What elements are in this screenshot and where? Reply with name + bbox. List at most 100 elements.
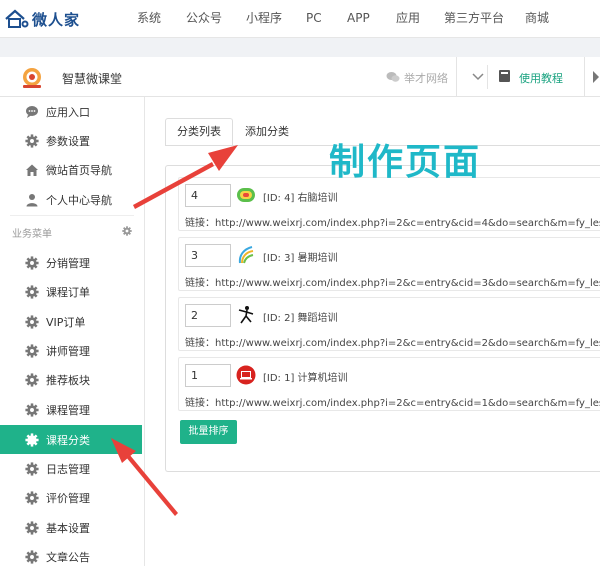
tab-add-category[interactable]: 添加分类	[233, 118, 301, 146]
brand-logo[interactable]: 微人家	[4, 8, 80, 30]
sidebar-item-teachers[interactable]: 讲师管理	[0, 336, 142, 365]
sidebar-item-app-entry[interactable]: 应用入口	[0, 97, 142, 126]
divider	[584, 57, 585, 97]
provider-label: 举才网络	[404, 72, 448, 85]
house-logo-icon	[4, 9, 30, 29]
sidebar-item-course-orders[interactable]: 课程订单	[0, 277, 142, 306]
topnav-official-account[interactable]: 公众号	[186, 0, 222, 38]
sidebar-item-label: 文章公告	[46, 550, 90, 564]
tutorial-label: 使用教程	[519, 71, 563, 85]
sidebar-item-reviews[interactable]: 评价管理	[0, 483, 142, 512]
sidebar-item-label: 日志管理	[46, 462, 90, 476]
sidebar-item-label: 课程订单	[46, 285, 90, 299]
gear-icon	[24, 461, 40, 477]
gear-icon	[24, 549, 40, 565]
sidebar-item-label: 课程分类	[46, 433, 90, 447]
sidebar-item-basic-settings[interactable]: 基本设置	[0, 513, 142, 542]
sidebar-item-logs[interactable]: 日志管理	[0, 454, 142, 483]
tutorial-link[interactable]: 使用教程	[498, 69, 563, 86]
gear-icon	[24, 432, 40, 448]
topnav-system[interactable]: 系统	[137, 0, 161, 38]
gear-icon	[24, 255, 40, 271]
sidebar-item-recommended[interactable]: 推荐板块	[0, 365, 142, 394]
book-icon	[498, 69, 511, 86]
sidebar-item-label: 个人中心导航	[46, 193, 112, 207]
sidebar-item-user-center-nav[interactable]: 个人中心导航	[0, 185, 142, 214]
category-link: 链接：http://www.weixrj.com/index.php?i=2&c…	[185, 218, 600, 229]
category-link: 链接：http://www.weixrj.com/index.php?i=2&c…	[185, 398, 600, 409]
user-icon	[24, 192, 40, 208]
annotation-label: 制作页面	[329, 142, 482, 183]
category-title: [ID: 1] 计算机培训	[263, 373, 348, 384]
section-settings-icon[interactable]	[122, 225, 132, 239]
sidebar-item-vip-orders[interactable]: VIP订单	[0, 307, 142, 336]
sidebar-item-label: 基本设置	[46, 521, 90, 535]
category-thumbnail	[236, 365, 256, 385]
gear-icon	[24, 343, 40, 359]
app-logo-icon	[20, 67, 44, 89]
chat-icon	[24, 104, 40, 120]
sidebar-item-label: 课程管理	[46, 403, 90, 417]
category-row: [ID: 2] 舞蹈培训 链接：http://www.weixrj.com/in…	[178, 297, 600, 351]
module-name: 智慧微课堂	[62, 72, 123, 86]
sidebar-item-label: 分销管理	[46, 256, 90, 270]
sidebar-item-home-nav[interactable]: 微站首页导航	[0, 155, 142, 184]
category-title: [ID: 4] 右脑培训	[263, 193, 338, 204]
topnav-apps[interactable]: 应用	[396, 0, 420, 38]
category-thumbnail	[236, 245, 256, 265]
sort-order-input[interactable]	[185, 304, 231, 327]
sidebar-item-label: 推荐板块	[46, 373, 90, 387]
sidebar-section-title: 业务菜单	[12, 229, 52, 240]
sidebar-item-label: 应用入口	[46, 105, 90, 119]
gear-icon	[24, 402, 40, 418]
sort-order-input[interactable]	[185, 244, 231, 267]
sidebar-item-label: 评价管理	[46, 491, 90, 505]
category-title: [ID: 2] 舞蹈培训	[263, 313, 338, 324]
category-thumbnail	[236, 305, 256, 325]
category-link: 链接：http://www.weixrj.com/index.php?i=2&c…	[185, 338, 600, 349]
home-icon	[24, 162, 40, 178]
divider	[456, 57, 457, 97]
sort-order-input[interactable]	[185, 364, 231, 387]
top-navbar: 微人家 系统 公众号 小程序 PC APP 应用 第三方平台 商城	[0, 0, 600, 38]
divider	[487, 65, 488, 89]
wechat-icon	[386, 71, 400, 86]
gear-icon	[24, 314, 40, 330]
sidebar: 应用入口 参数设置 微站首页导航 个人中心导航 业务菜单 分销管理 课程订单 V…	[0, 97, 145, 566]
tab-category-list[interactable]: 分类列表	[165, 118, 233, 146]
sidebar-item-articles[interactable]: 文章公告	[0, 542, 142, 566]
category-link: 链接：http://www.weixrj.com/index.php?i=2&c…	[185, 278, 600, 289]
sidebar-item-courses[interactable]: 课程管理	[0, 395, 142, 424]
exit-icon[interactable]	[592, 70, 600, 87]
topnav-app[interactable]: APP	[347, 0, 370, 38]
header-spacer	[0, 38, 600, 57]
category-row: [ID: 1] 计算机培训 链接：http://www.weixrj.com/i…	[178, 357, 600, 411]
gear-icon	[24, 133, 40, 149]
sidebar-item-label: 参数设置	[46, 134, 90, 148]
sidebar-item-label: 微站首页导航	[46, 163, 112, 177]
sidebar-item-label: 讲师管理	[46, 344, 90, 358]
sort-order-input[interactable]	[185, 184, 231, 207]
sidebar-item-distribution[interactable]: 分销管理	[0, 248, 142, 277]
tab-bar: 分类列表 添加分类	[165, 118, 301, 146]
gear-icon	[24, 520, 40, 536]
topnav-mall[interactable]: 商城	[525, 0, 549, 38]
category-title: [ID: 3] 暑期培训	[263, 253, 338, 264]
divider	[10, 215, 134, 216]
gear-icon	[24, 284, 40, 300]
gear-icon	[24, 490, 40, 506]
topnav-third-party[interactable]: 第三方平台	[444, 0, 504, 38]
chevron-down-icon[interactable]	[472, 71, 484, 85]
sidebar-item-params[interactable]: 参数设置	[0, 126, 142, 155]
category-row: [ID: 4] 右脑培训 链接：http://www.weixrj.com/in…	[178, 177, 600, 231]
gear-icon	[24, 372, 40, 388]
batch-sort-button[interactable]: 批量排序	[180, 420, 237, 444]
topnav-mini-program[interactable]: 小程序	[246, 0, 282, 38]
brand-name: 微人家	[32, 10, 81, 29]
category-thumbnail	[236, 185, 256, 205]
category-row: [ID: 3] 暑期培训 链接：http://www.weixrj.com/in…	[178, 237, 600, 291]
module-header: 智慧微课堂 举才网络 使用教程	[0, 57, 600, 97]
provider-link[interactable]: 举才网络	[386, 70, 448, 86]
sidebar-item-course-categories[interactable]: 课程分类	[0, 425, 142, 454]
topnav-pc[interactable]: PC	[306, 0, 322, 38]
